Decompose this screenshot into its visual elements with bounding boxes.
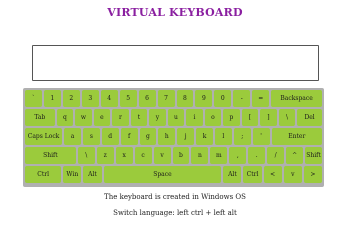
key-h[interactable]: h <box>158 128 176 145</box>
key-alt-left[interactable]: Alt <box>83 166 102 183</box>
key-caps-lock[interactable]: Caps Lock <box>25 128 63 145</box>
key-w[interactable]: w <box>75 109 92 126</box>
keyboard-row-4: Shift \ z x c v b n m , . / ^ Shift <box>25 147 322 164</box>
key-backslash[interactable]: \ <box>278 109 296 126</box>
key-backtick[interactable]: ` <box>25 90 42 107</box>
key-y[interactable]: y <box>149 109 166 126</box>
key-u[interactable]: u <box>167 109 185 126</box>
key-e[interactable]: e <box>93 109 111 126</box>
key-minus[interactable]: - <box>233 90 251 107</box>
key-v[interactable]: v <box>153 147 171 164</box>
key-t[interactable]: t <box>130 109 148 126</box>
key-arrow-right[interactable]: > <box>303 166 322 183</box>
key-equals[interactable]: = <box>252 90 270 107</box>
key-8[interactable]: 8 <box>176 90 194 107</box>
key-3[interactable]: 3 <box>81 90 99 107</box>
key-win[interactable]: Win <box>63 166 82 183</box>
key-ctrl-left[interactable]: Ctrl <box>25 166 62 183</box>
page-title: VIRTUAL KEYBOARD <box>107 6 243 19</box>
keyboard-row-1: ` 1 2 3 4 5 6 7 8 9 0 - = Backspace <box>25 90 322 107</box>
key-d[interactable]: d <box>101 128 119 145</box>
os-note: The keyboard is created in Windows OS <box>104 193 246 201</box>
key-i[interactable]: i <box>186 109 203 126</box>
key-9[interactable]: 9 <box>195 90 213 107</box>
key-period[interactable]: . <box>248 147 266 164</box>
key-s[interactable]: s <box>82 128 100 145</box>
virtual-keyboard: ` 1 2 3 4 5 6 7 8 9 0 - = Backspace Tab … <box>23 88 324 187</box>
key-shift-right[interactable]: Shift <box>305 147 322 164</box>
key-p[interactable]: p <box>223 109 240 126</box>
key-x[interactable]: x <box>115 147 133 164</box>
key-delete[interactable]: Del <box>297 109 322 126</box>
key-5[interactable]: 5 <box>119 90 137 107</box>
key-l[interactable]: l <box>214 128 232 145</box>
key-m[interactable]: m <box>210 147 228 164</box>
key-intl-backslash[interactable]: \ <box>77 147 95 164</box>
key-enter[interactable]: Enter <box>271 128 323 145</box>
key-q[interactable]: q <box>56 109 74 126</box>
key-k[interactable]: k <box>196 128 213 145</box>
key-o[interactable]: o <box>204 109 222 126</box>
key-n[interactable]: n <box>191 147 209 164</box>
language-switch-hint: Switch language: left ctrl + left alt <box>113 209 237 217</box>
key-a[interactable]: a <box>64 128 81 145</box>
keyboard-row-3: Caps Lock a s d f g h j k l ; ' Enter <box>25 128 323 145</box>
key-f[interactable]: f <box>120 128 138 145</box>
key-open-bracket[interactable]: [ <box>241 109 259 126</box>
key-z[interactable]: z <box>96 147 114 164</box>
key-1[interactable]: 1 <box>43 90 61 107</box>
key-close-bracket[interactable]: ] <box>260 109 277 126</box>
key-arrow-up[interactable]: ^ <box>286 147 304 164</box>
key-r[interactable]: r <box>112 109 129 126</box>
key-b[interactable]: b <box>172 147 190 164</box>
key-comma[interactable]: , <box>229 147 247 164</box>
key-ctrl-right[interactable]: Ctrl <box>243 166 262 183</box>
key-backspace[interactable]: Backspace <box>271 90 322 107</box>
key-space[interactable]: Space <box>103 166 222 183</box>
key-shift-left[interactable]: Shift <box>25 147 76 164</box>
key-c[interactable]: c <box>134 147 152 164</box>
key-0[interactable]: 0 <box>214 90 232 107</box>
key-alt-right[interactable]: Alt <box>223 166 242 183</box>
key-g[interactable]: g <box>139 128 157 145</box>
key-tab[interactable]: Tab <box>25 109 55 126</box>
key-6[interactable]: 6 <box>138 90 156 107</box>
key-2[interactable]: 2 <box>62 90 80 107</box>
key-quote[interactable]: ' <box>252 128 270 145</box>
key-4[interactable]: 4 <box>100 90 118 107</box>
key-7[interactable]: 7 <box>157 90 175 107</box>
key-arrow-down[interactable]: v <box>283 166 302 183</box>
key-slash[interactable]: / <box>267 147 285 164</box>
text-input-area[interactable] <box>32 45 319 81</box>
keyboard-row-2: Tab q w e r t y u i o p [ ] \ Del <box>25 109 322 126</box>
key-semicolon[interactable]: ; <box>233 128 251 145</box>
key-arrow-left[interactable]: < <box>263 166 282 183</box>
key-j[interactable]: j <box>177 128 195 145</box>
keyboard-row-5: Ctrl Win Alt Space Alt Ctrl < v > <box>25 166 322 183</box>
